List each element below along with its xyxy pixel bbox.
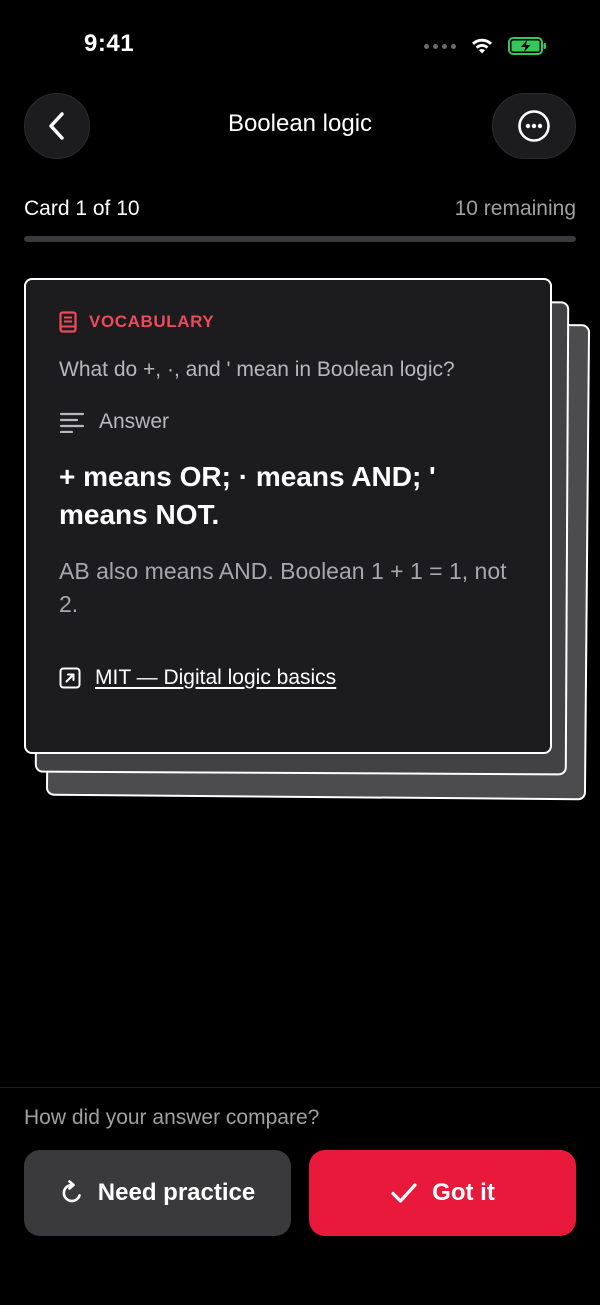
got-it-label: Got it [432,1179,495,1206]
cellular-signal-icon [424,43,456,49]
compare-prompt: How did your answer compare? [24,1106,320,1129]
book-icon [59,311,77,333]
more-horizontal-icon [518,110,550,142]
status-icons [424,36,548,56]
battery-charging-icon [508,37,546,55]
card-category-label: VOCABULARY [89,312,215,331]
source-link[interactable]: MIT — Digital logic basics [59,666,336,690]
card-position-label: Card 1 of 10 [24,197,140,220]
external-link-icon [59,667,81,689]
checkmark-icon [391,1183,417,1203]
divider [0,1087,600,1088]
refresh-icon [62,1180,81,1203]
answer-label-row: Answer [59,410,169,434]
need-practice-label: Need practice [97,1179,256,1206]
card-question: What do +, ·, and ' mean in Boolean logi… [59,358,455,381]
answer-text: + means OR; · means AND; ' means NOT. [59,461,436,530]
need-practice-button[interactable]: Need practice [24,1150,291,1236]
text-lines-icon [59,412,85,433]
answer-label: Answer [99,410,170,433]
wifi-icon [472,38,492,54]
more-options-button[interactable] [492,93,576,159]
flashcard[interactable]: VOCABULARY What do +, ·, and ' mean in B… [24,278,552,754]
source-link-text[interactable]: MIT — Digital logic basics [95,666,336,690]
card-category-tag: VOCABULARY [59,311,214,333]
status-time: 9:41 [84,30,135,57]
got-it-button[interactable]: Got it [309,1150,576,1236]
flashcard-screen: 9:41 Boolean logic Card 1 of 10 10 remai… [0,0,600,1305]
remaining-count-label: 10 remaining [454,197,576,220]
answer-note: AB also means AND. Boolean 1 + 1 = 1, no… [59,558,507,617]
progress-row: Card 1 of 10 10 remaining [24,197,576,221]
progress-bar [24,236,576,242]
